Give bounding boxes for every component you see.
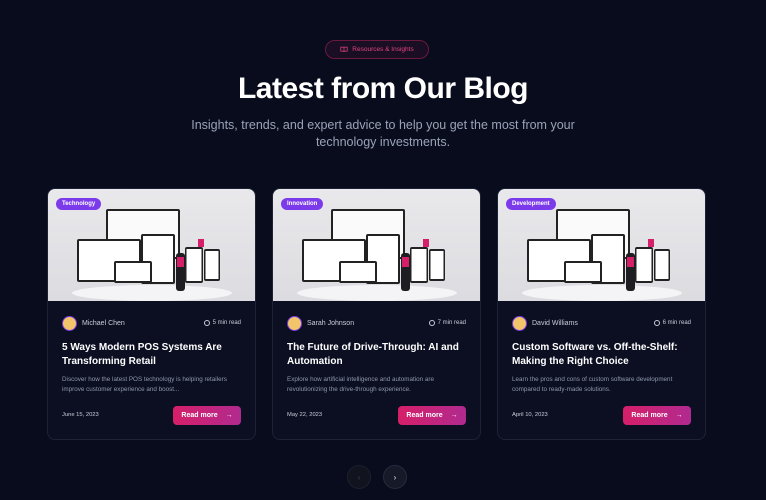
- book-open-icon: [340, 46, 348, 52]
- category-tag[interactable]: Development: [506, 198, 556, 210]
- post-excerpt: Learn the pros and cons of custom softwa…: [512, 376, 673, 393]
- card-image: Technology: [48, 189, 255, 301]
- page-subtitle: Insights, trends, and expert advice to h…: [191, 118, 575, 149]
- arrow-right-icon: →: [225, 412, 233, 419]
- author-avatar: [512, 316, 527, 331]
- author-avatar: [287, 316, 302, 331]
- clock-icon: [428, 320, 435, 326]
- read-more-button[interactable]: Read more →: [398, 406, 466, 425]
- post-meta: David Williams 6 min read: [512, 316, 691, 332]
- read-more-label: Read more: [631, 412, 668, 419]
- author-name: David Williams: [532, 320, 578, 327]
- prev-page-button[interactable]: ‹: [347, 465, 371, 489]
- post-date: April 10, 2023: [512, 412, 548, 418]
- post-title[interactable]: The Future of Drive-Through: AI and Auto…: [287, 341, 468, 369]
- read-more-button[interactable]: Read more →: [173, 406, 241, 425]
- post-title[interactable]: 5 Ways Modern POS Systems Are Transformi…: [62, 341, 243, 369]
- clock-icon: [203, 320, 210, 326]
- read-more-label: Read more: [181, 412, 218, 419]
- arrow-right-icon: →: [450, 412, 458, 419]
- section-badge-label: Resources & Insights: [352, 46, 414, 53]
- read-time-label: 6 min read: [662, 320, 691, 326]
- section-badge: Resources & Insights: [325, 40, 429, 59]
- card-image: Innovation: [273, 189, 480, 301]
- arrow-right-icon: →: [675, 412, 683, 419]
- category-tag[interactable]: Innovation: [281, 198, 324, 210]
- author-name: Michael Chen: [82, 320, 125, 327]
- post-excerpt: Discover how the latest POS technology i…: [62, 376, 227, 393]
- category-tag[interactable]: Technology: [56, 198, 102, 210]
- blog-card[interactable]: Innovation Sarah Johnson 7 min read The …: [272, 188, 481, 440]
- read-time: 7 min read: [428, 320, 466, 326]
- card-image: Development: [498, 189, 705, 301]
- post-date: May 22, 2023: [287, 412, 323, 418]
- post-excerpt: Explore how artificial intelligence and …: [287, 376, 435, 393]
- chevron-left-icon: ‹: [357, 472, 361, 482]
- post-meta: Michael Chen 5 min read: [62, 316, 241, 332]
- post-date: June 15, 2023: [62, 412, 99, 418]
- blog-card[interactable]: Technology Michael Chen 5 min read 5 Way…: [47, 188, 256, 440]
- read-time: 5 min read: [203, 320, 241, 326]
- read-time-label: 5 min read: [212, 320, 241, 326]
- author-name: Sarah Johnson: [307, 320, 355, 327]
- read-time-label: 7 min read: [437, 320, 466, 326]
- clock-icon: [653, 320, 660, 326]
- read-time: 6 min read: [653, 320, 691, 326]
- read-more-button[interactable]: Read more →: [623, 406, 691, 425]
- chevron-right-icon: ›: [393, 472, 397, 482]
- author-avatar: [62, 316, 77, 331]
- read-more-label: Read more: [406, 412, 443, 419]
- blog-card[interactable]: Development David Williams 6 min read Cu…: [497, 188, 706, 440]
- post-title[interactable]: Custom Software vs. Off-the-Shelf: Makin…: [512, 341, 693, 369]
- page-title: Latest from Our Blog: [237, 72, 529, 105]
- next-page-button[interactable]: ›: [383, 465, 407, 489]
- post-meta: Sarah Johnson 7 min read: [287, 316, 466, 332]
